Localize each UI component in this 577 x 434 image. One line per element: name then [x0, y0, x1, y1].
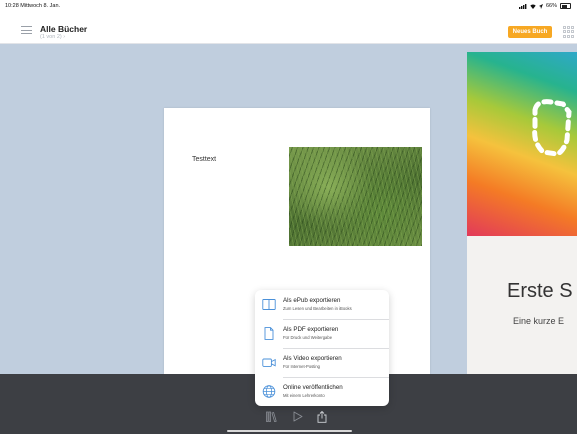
export-pdf-description: Für Druck und Weitergabe: [283, 335, 333, 340]
new-book-button[interactable]: Neues Buch: [508, 26, 552, 38]
page-title: Alle Bücher: [40, 24, 88, 34]
wifi-icon: [530, 4, 536, 9]
book-cover-subtitle: Eine kurze E: [513, 316, 565, 326]
cover-pattern-icon: [532, 99, 572, 157]
status-time: 10:28 Mittwoch 8. Jan.: [5, 3, 61, 9]
publish-online-description: Mit einem Lehrerkonto: [283, 393, 325, 398]
book-cover-lower[interactable]: [467, 236, 577, 374]
export-video-description: Für Internet-Posting: [283, 364, 321, 369]
export-video-item[interactable]: Als Video exportieren Für Internet-Posti…: [255, 348, 389, 377]
grass-image[interactable]: [289, 147, 422, 246]
location-icon: [538, 3, 543, 9]
battery-percent: 66%: [545, 3, 557, 9]
top-bar: Alle Bücher (1 von 2) ›: [0, 12, 577, 44]
export-video-label: Als Video exportieren: [283, 355, 342, 362]
menu-icon[interactable]: [21, 26, 32, 35]
book-count-selector[interactable]: (1 von 2) ›: [40, 34, 65, 40]
export-pdf-label: Als PDF exportieren: [283, 326, 339, 333]
book-cover-art[interactable]: [467, 52, 577, 236]
book-icon: [262, 299, 276, 310]
status-indicators: 66%: [518, 3, 571, 9]
signal-icon: [518, 3, 527, 9]
export-epub-item[interactable]: Als ePub exportieren Zum Lesen und Bearb…: [255, 290, 389, 319]
grid-view-icon[interactable]: [563, 26, 575, 38]
play-icon[interactable]: [293, 411, 303, 422]
export-pdf-item[interactable]: Als PDF exportieren Für Druck und Weiter…: [255, 319, 389, 348]
export-menu: Als ePub exportieren Zum Lesen und Bearb…: [255, 290, 389, 406]
share-icon[interactable]: [317, 411, 327, 423]
library-icon[interactable]: [266, 411, 277, 422]
book-cover-title: Erste S: [507, 280, 573, 302]
export-epub-label: Als ePub exportieren: [283, 297, 341, 304]
battery-icon: [560, 3, 571, 9]
status-bar: 10:28 Mittwoch 8. Jan. 66%: [0, 0, 577, 12]
export-epub-description: Zum Lesen und Bearbeiten in iBooks: [283, 306, 352, 311]
page-text[interactable]: Testtext: [192, 156, 216, 163]
document-icon: [264, 327, 274, 340]
publish-online-label: Online veröffentlichen: [283, 384, 343, 391]
video-icon: [262, 358, 276, 367]
globe-icon: [262, 385, 276, 398]
home-indicator: [227, 430, 352, 432]
publish-online-item[interactable]: Online veröffentlichen Mit einem Lehrerk…: [255, 377, 389, 406]
